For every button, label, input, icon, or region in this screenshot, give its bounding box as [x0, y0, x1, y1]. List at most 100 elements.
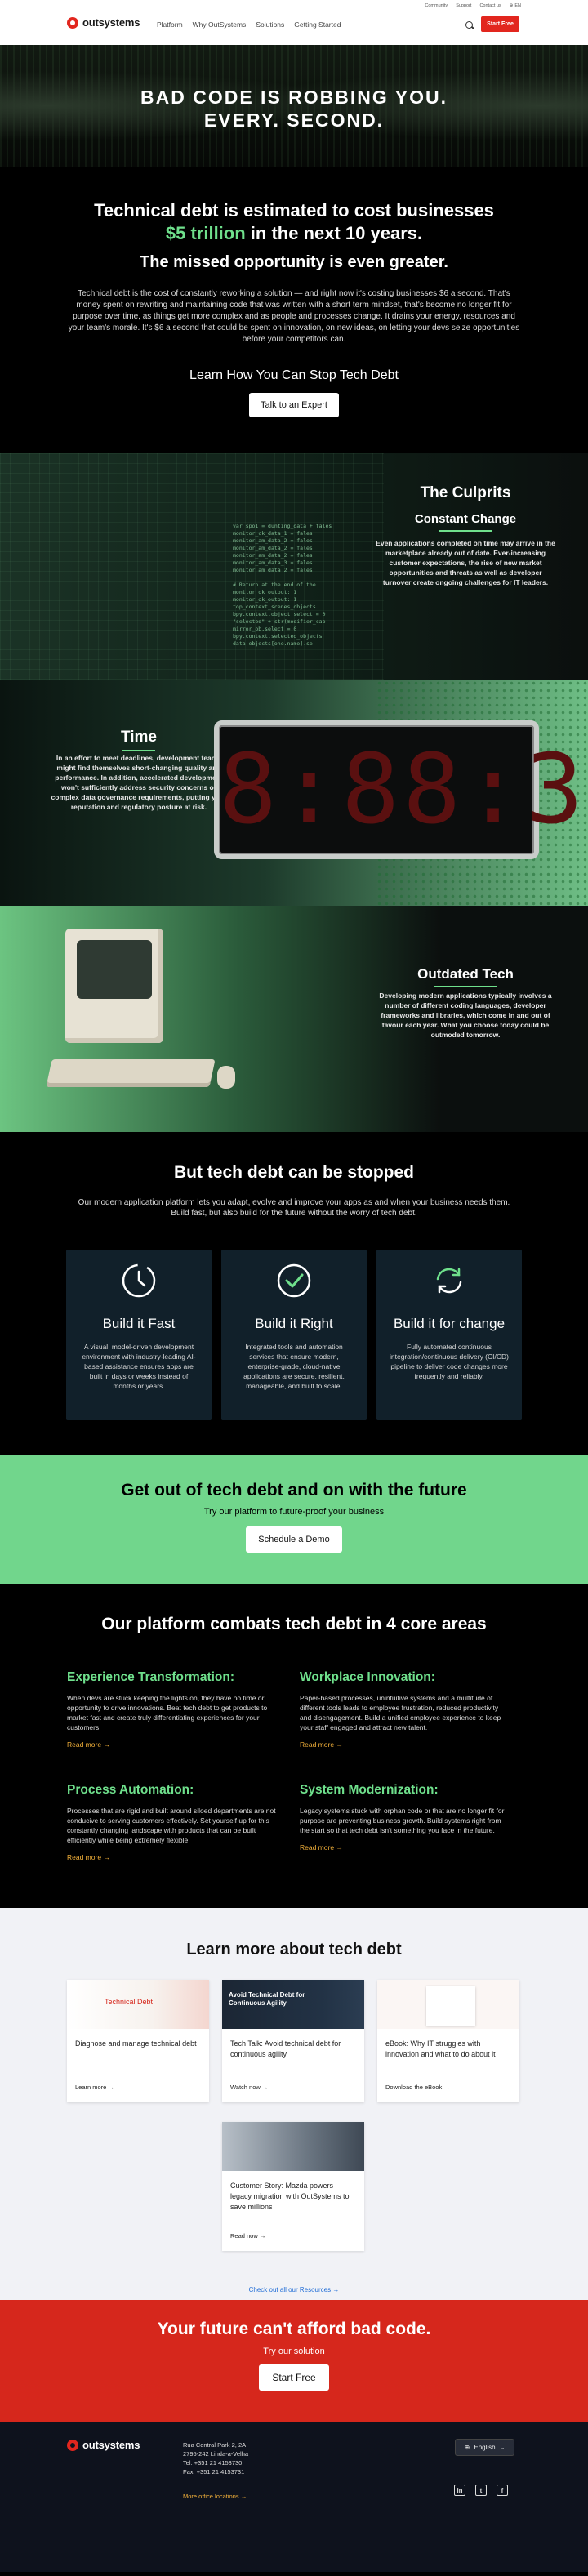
- all-resources-link[interactable]: Check out all our Resources →: [0, 2286, 588, 2293]
- resource-link-label: Learn more: [75, 2084, 107, 2091]
- thumbnail-label: Technical Debt: [105, 1998, 154, 2006]
- read-more-label: Read more: [300, 1843, 335, 1852]
- util-support[interactable]: Support: [456, 3, 471, 8]
- stoppable-title: But tech debt can be stopped: [173, 1163, 415, 1182]
- site-footer: outsystems Rua Central Park 2, 2A 2795-2…: [0, 2422, 588, 2572]
- office-locations-link[interactable]: More office locations →: [183, 2493, 247, 2500]
- code-line: monitor_ok_output: 1: [233, 596, 297, 603]
- twitter-icon[interactable]: t: [475, 2485, 487, 2496]
- digital-clock: 8:88:35: [214, 720, 588, 859]
- globe-icon: ⊕: [464, 2444, 470, 2451]
- resource-thumbnail: Technical Debt: [67, 1980, 209, 2029]
- area-body: Processes that are rigid and built aroun…: [67, 1807, 276, 1844]
- card-body: Integrated tools and automation services…: [243, 1343, 345, 1390]
- constant-change-title: Constant Change: [384, 512, 547, 535]
- constant-change-body: Even applications completed on time may …: [376, 539, 555, 586]
- arrow-right-icon: →: [103, 1853, 110, 1861]
- resource-thumbnail: Avoid Technical Debt for Continuous Agil…: [222, 1980, 364, 2029]
- outsystems-logo[interactable]: outsystems: [67, 16, 140, 29]
- resource-link[interactable]: Read now →: [230, 2232, 265, 2240]
- read-more-label: Read more: [67, 1740, 102, 1749]
- feature-cards: Build it Fast A visual, model-driven dev…: [0, 1250, 588, 1420]
- code-line: monitor_ok_output: 1: [233, 589, 297, 595]
- read-more-label: Read more: [67, 1853, 102, 1861]
- culprits-title: The Culprits: [420, 484, 511, 501]
- linkedin-icon[interactable]: in: [454, 2485, 466, 2496]
- resource-card[interactable]: Customer Story: Mazda powers legacy migr…: [222, 2122, 364, 2251]
- arrow-right-icon: →: [443, 2084, 450, 2091]
- intro-body: Technical debt is the cost of constantly…: [68, 289, 520, 344]
- card-title: Build it for change: [393, 1316, 506, 1331]
- util-community[interactable]: Community: [425, 3, 448, 8]
- core-areas-section: Our platform combats tech debt in 4 core…: [0, 1584, 588, 1908]
- nav-getting-started[interactable]: Getting Started: [294, 20, 341, 29]
- intro-section: Technical debt is estimated to cost busi…: [0, 167, 588, 453]
- talk-to-expert-button[interactable]: Talk to an Expert: [249, 393, 339, 417]
- resource-card[interactable]: Avoid Technical Debt for Continuous Agil…: [222, 1980, 364, 2102]
- nav-why-outsystems[interactable]: Why OutSystems: [193, 20, 247, 29]
- future-cta-sub: Try our platform to future-proof your bu…: [203, 1507, 385, 1517]
- card-body: Fully automated continuous integration/c…: [390, 1343, 509, 1380]
- code-line: bpy.context.selected_objects: [233, 633, 323, 640]
- resource-link-label: Read now: [230, 2232, 258, 2240]
- area-body: Paper-based processes, unintuitive syste…: [300, 1694, 501, 1731]
- chevron-down-icon: ⌄: [499, 2444, 506, 2451]
- resource-link-label: Watch now: [230, 2084, 261, 2091]
- code-snippet: var spo1 = dunting_data + fales monitor_c…: [233, 523, 332, 648]
- read-more-link[interactable]: Read more →: [67, 1740, 110, 1749]
- future-cta-section: Get out of tech debt and on with the fut…: [0, 1455, 588, 1584]
- area-system-modernization: System Modernization: Legacy systems stu…: [300, 1783, 510, 1854]
- util-contact[interactable]: Contact us: [479, 3, 501, 8]
- facebook-icon[interactable]: f: [497, 2485, 508, 2496]
- intro-headline-highlight: $5 trillion: [165, 223, 246, 243]
- resource-card[interactable]: Technical Debt Diagnose and manage techn…: [67, 1980, 209, 2102]
- code-line: monitor_am_data_3 = fales: [233, 559, 313, 566]
- resources-title: Learn more about tech debt: [186, 1941, 402, 1959]
- code-line: monitor_am_data_2 = fales: [233, 545, 313, 551]
- utility-nav: Community Support Contact us ⊕ EN: [425, 3, 521, 8]
- intro-subheadline: The missed opportunity is even greater.: [140, 253, 448, 271]
- search-icon[interactable]: [466, 21, 473, 29]
- nav-solutions[interactable]: Solutions: [256, 20, 284, 29]
- card-title: Build it Right: [255, 1316, 333, 1331]
- resource-link[interactable]: Watch now →: [230, 2084, 268, 2091]
- read-more-link[interactable]: Read more →: [300, 1843, 343, 1852]
- hero-banner: BAD CODE IS ROBBING YOU. EVERY. SECOND.: [0, 45, 588, 167]
- resource-link[interactable]: Download the eBook →: [385, 2084, 450, 2091]
- resource-link[interactable]: Learn more →: [75, 2084, 114, 2091]
- time-body: In an effort to meet deadlines, developm…: [51, 754, 227, 811]
- arrow-right-icon: →: [240, 2493, 247, 2500]
- hero-line-1: BAD CODE IS ROBBING YOU.: [140, 87, 448, 108]
- arrow-right-icon: →: [108, 2084, 114, 2091]
- language-label: English: [474, 2444, 496, 2451]
- resource-card[interactable]: eBook: Why IT struggles with innovation …: [377, 1980, 519, 2102]
- language-select[interactable]: ⊕ English ⌄: [455, 2439, 514, 2456]
- area-title: Experience Transformation:: [67, 1670, 235, 1684]
- computer-screen: [77, 940, 152, 999]
- card-build-for-change: Build it for change Fully automated cont…: [376, 1250, 522, 1420]
- resources-section: Learn more about tech debt Technical Deb…: [0, 1908, 588, 2300]
- resource-title: Customer Story: Mazda powers legacy migr…: [230, 2182, 350, 2211]
- code-line: data.objects[one.name].se: [233, 640, 313, 647]
- read-more-link[interactable]: Read more →: [67, 1853, 110, 1861]
- language-switcher[interactable]: ⊕ EN: [510, 3, 521, 8]
- resource-title: Tech Talk: Avoid technical debt for cont…: [230, 2039, 341, 2058]
- hero-title: BAD CODE IS ROBBING YOU. EVERY. SECOND.: [0, 86, 588, 131]
- start-free-button[interactable]: Start Free: [481, 16, 519, 32]
- code-line: top_context_scenes_objects: [233, 604, 316, 610]
- code-line: monitor_am_data_2 = fales: [233, 537, 313, 544]
- start-free-cta-button[interactable]: Start Free: [259, 2364, 329, 2391]
- outdated-panel: Outdated Tech Developing modern applicat…: [0, 906, 588, 1132]
- schedule-demo-button[interactable]: Schedule a Demo: [246, 1526, 342, 1553]
- address-line: 2795-242 Linda-a-Velha: [183, 2450, 249, 2458]
- future-cta-title: Get out of tech debt and on with the fut…: [121, 1481, 467, 1500]
- code-line: monitor_am_data_2 = fales: [233, 567, 313, 573]
- globe-icon: ⊕: [509, 3, 514, 8]
- area-experience-transformation: Experience Transformation: When devs are…: [67, 1670, 278, 1751]
- resource-thumbnail: [377, 1980, 519, 2029]
- footer-logo[interactable]: outsystems: [67, 2439, 140, 2451]
- read-more-link[interactable]: Read more →: [300, 1740, 343, 1749]
- card-title: Build it Fast: [102, 1316, 176, 1331]
- nav-platform[interactable]: Platform: [157, 20, 183, 29]
